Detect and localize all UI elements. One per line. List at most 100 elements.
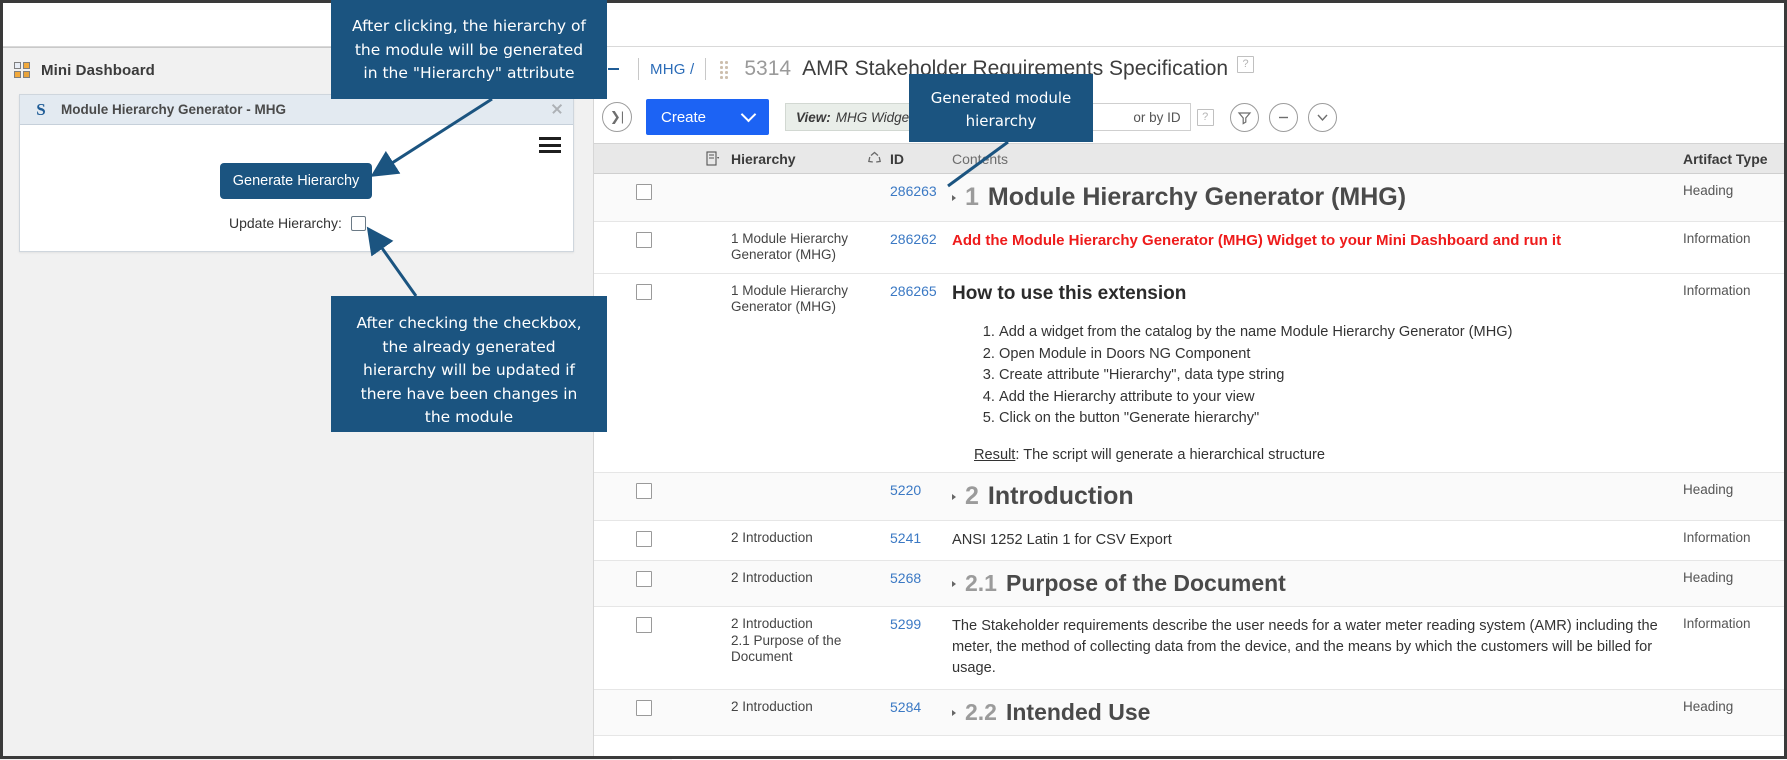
row-hierarchy-cell: 2 Introduction (731, 570, 813, 586)
update-hierarchy-row: Update Hierarchy: (229, 215, 366, 231)
window-border-left (0, 0, 3, 759)
row-checkbox[interactable] (636, 184, 652, 200)
create-button[interactable]: Create (646, 99, 769, 135)
row-checkbox[interactable] (636, 482, 652, 499)
expand-caret-icon[interactable] (952, 581, 956, 588)
row-artifact-type-cell: Heading (1683, 570, 1734, 586)
window-border-top (0, 0, 1787, 3)
row-doc-cell (694, 561, 731, 606)
callout-generated-hierarchy: Generated module hierarchy (909, 74, 1093, 142)
table-row[interactable]: 2 Introduction 5284 2.2 Intended Use Heading (594, 689, 1787, 736)
filter-icon[interactable] (1229, 102, 1259, 132)
breadcrumb-divider-2 (705, 58, 707, 80)
row-contents-cell: Add the Module Hierarchy Generator (MHG)… (952, 222, 1683, 273)
row-select-cell (594, 561, 694, 606)
expand-caret-icon[interactable] (952, 709, 956, 716)
row-doc-cell (694, 222, 731, 273)
table-row[interactable]: 286263 1 Module Hierarchy Generator (MHG) H… (594, 174, 1787, 222)
row-id-cell[interactable]: 5241 (890, 521, 952, 560)
chevron-down-icon (740, 106, 757, 122)
expand-all-icon[interactable] (1307, 102, 1337, 132)
row-contents-cell: ANSI 1252 Latin 1 for CSV Export (952, 521, 1683, 560)
row-id-cell[interactable]: 286262 (890, 222, 952, 273)
dashboard-grid-icon (14, 61, 31, 79)
row-checkbox[interactable] (636, 617, 652, 634)
heading-text: Introduction (987, 481, 1134, 510)
row-contents-cell: 2.2 Intended Use (952, 690, 1683, 735)
recycle-column-icon[interactable] (858, 151, 890, 166)
column-header-contents[interactable]: Contents (952, 151, 1683, 167)
row-select-cell (594, 222, 694, 273)
toolbar-icon-group (1229, 102, 1337, 132)
heading-number: 2.1 (965, 570, 997, 597)
table-row[interactable]: 2 Introduction 2.1 Purpose of the Documen… (594, 607, 1787, 690)
mhg-widget-title: Module Hierarchy Generator - MHG (61, 102, 287, 117)
row-contents-cell: How to use this extension Add a widget fr… (952, 274, 1683, 472)
row-checkbox[interactable] (636, 232, 652, 248)
row-hierarchy-cell: 1 Module Hierarchy Generator (MHG) (731, 231, 849, 263)
row-contents-cell: The Stakeholder requirements describe th… (952, 607, 1683, 688)
row-artifact-type-cell: Information (1683, 282, 1751, 298)
row-hierarchy-cell (731, 174, 858, 221)
row-recycle-cell (858, 473, 890, 520)
breadcrumb: MHG / 5314 AMR Stakeholder Requirements … (594, 47, 1787, 91)
generate-hierarchy-button[interactable]: Generate Hierarchy (220, 163, 372, 199)
close-icon[interactable] (551, 103, 563, 115)
document-column-icon[interactable] (694, 150, 731, 167)
table-row[interactable]: 5220 2 Introduction Heading (594, 472, 1787, 521)
row-id-cell[interactable]: 286265 (890, 274, 952, 472)
hamburger-menu-icon[interactable] (539, 137, 561, 153)
help-icon[interactable]: ? (1237, 55, 1255, 73)
mhg-widget-body: Generate Hierarchy Update Hierarchy: (20, 125, 573, 252)
row-select-cell (594, 690, 694, 735)
row-recycle-cell (858, 521, 890, 560)
table-row[interactable]: 2 Introduction 5241 ANSI 1252 Latin 1 for … (594, 521, 1787, 562)
howto-step: Create attribute "Hierarchy", data type … (999, 365, 1671, 387)
breadcrumb-divider (638, 58, 639, 80)
row-checkbox[interactable] (636, 530, 652, 547)
heading-text: Module Hierarchy Generator (MHG) (987, 183, 1407, 211)
row-recycle-cell (858, 274, 890, 472)
row-doc-cell (694, 521, 731, 560)
row-id-cell[interactable]: 5268 (890, 561, 952, 606)
collapse-all-icon[interactable] (1268, 102, 1298, 132)
table-row[interactable]: 1 Module Hierarchy Generator (MHG) 286262… (594, 222, 1787, 274)
row-artifact-type-cell: Information (1683, 616, 1751, 632)
mini-dashboard-title: Mini Dashboard (41, 61, 155, 79)
row-id-cell[interactable]: 286263 (890, 174, 952, 221)
search-placeholder: or by ID (1133, 109, 1181, 125)
column-header-hierarchy[interactable]: Hierarchy (731, 151, 858, 167)
create-button-label: Create (661, 108, 707, 126)
artifact-table: Hierarchy ID Contents Artifact Type 2862… (594, 143, 1787, 736)
expand-caret-icon[interactable] (952, 493, 956, 500)
expand-caret-icon[interactable] (952, 195, 956, 201)
howto-result: Result: The script will generate a hiera… (974, 446, 1325, 463)
row-doc-cell (694, 607, 731, 688)
row-doc-cell (694, 174, 731, 221)
collapse-sidebar-icon[interactable]: ❯| (602, 102, 632, 132)
howto-title: How to use this extension (952, 282, 1187, 304)
search-help-icon[interactable]: ? (1196, 108, 1214, 126)
row-id-cell[interactable]: 5220 (890, 473, 952, 520)
row-select-cell (594, 174, 694, 221)
row-id-cell[interactable]: 5284 (890, 690, 952, 735)
row-checkbox[interactable] (636, 571, 652, 588)
row-id-cell[interactable]: 5299 (890, 607, 952, 688)
row-checkbox[interactable] (636, 283, 652, 300)
table-row[interactable]: 2 Introduction 5268 2.1 Purpose of the Docu… (594, 561, 1787, 608)
column-header-id[interactable]: ID (890, 151, 952, 167)
table-row[interactable]: 1 Module Hierarchy Generator (MHG) 286265… (594, 274, 1787, 473)
artifact-paragraph: The Stakeholder requirements describe th… (952, 618, 1658, 677)
heading-number: 2.2 (965, 698, 997, 725)
row-recycle-cell (858, 561, 890, 606)
row-artifact-type-cell: Information (1683, 529, 1751, 545)
drag-handle-icon[interactable] (720, 59, 730, 79)
row-checkbox[interactable] (636, 699, 652, 716)
heading-number: 2 (965, 481, 979, 510)
breadcrumb-project-link[interactable]: MHG / (650, 61, 694, 78)
mhg-widget-card: S Module Hierarchy Generator - MHG Gener… (19, 94, 574, 252)
update-hierarchy-checkbox[interactable] (350, 215, 366, 231)
howto-step: Click on the button "Generate hierarchy" (999, 408, 1671, 430)
column-header-artifact-type[interactable]: Artifact Type (1683, 151, 1787, 167)
row-select-cell (594, 521, 694, 560)
